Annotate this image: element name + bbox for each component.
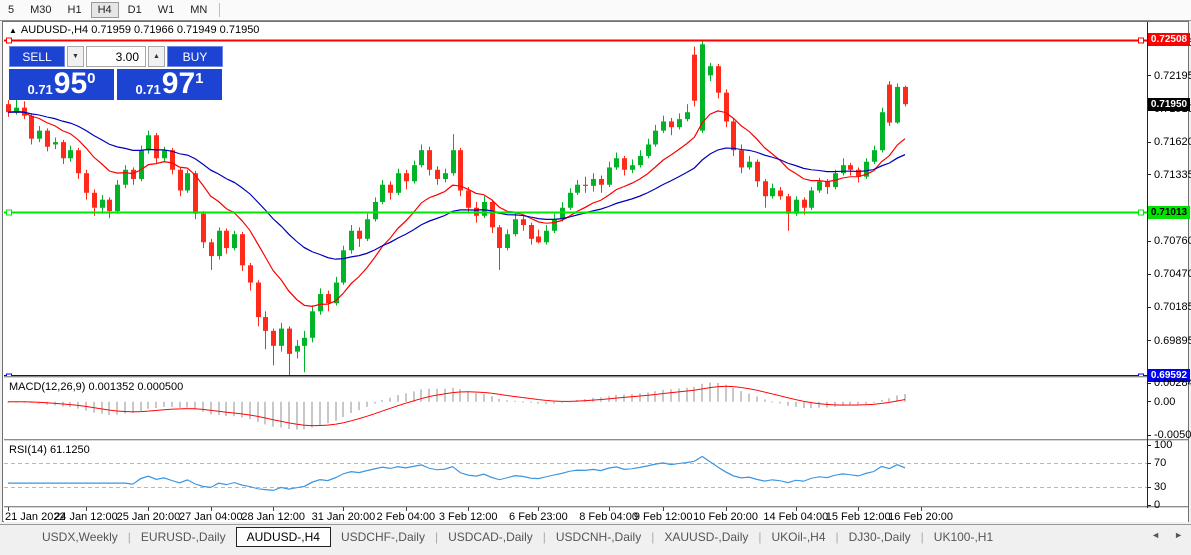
price-axis-tick [1147, 75, 1151, 76]
date-axis-label[interactable]: 9 Feb 12:00 [634, 511, 693, 523]
timeframe-button-h1[interactable]: H1 [61, 2, 89, 18]
macd-axis-label[interactable]: 0.002841 [1154, 377, 1191, 389]
volume-decrease-button[interactable]: ▼ [67, 46, 84, 67]
price-axis-tick-label[interactable]: 0.69895 [1154, 335, 1191, 347]
timeframe-button-h4[interactable]: H4 [91, 2, 119, 18]
chart-tab-bar: USDX,Weekly|EURUSD-,DailyAUDUSD-,H4USDCH… [0, 524, 1191, 548]
price-axis-tick-label[interactable]: 0.70760 [1154, 235, 1191, 247]
timeframe-button-mn[interactable]: MN [183, 2, 214, 18]
rsi-axis-tick [1147, 505, 1151, 506]
macd-axis-tick [1147, 383, 1151, 384]
price-axis-tick [1147, 307, 1151, 308]
rsi-axis-tick [1147, 445, 1151, 446]
date-axis-label[interactable]: 31 Jan 20:00 [312, 511, 376, 523]
buy-button[interactable]: BUY [167, 46, 223, 67]
price-axis-tick [1147, 241, 1151, 242]
price-axis-tick-label[interactable]: 0.71335 [1154, 169, 1191, 181]
macd-label: MACD(12,26,9) 0.001352 0.000500 [9, 381, 183, 393]
timeframe-button-d1[interactable]: D1 [121, 2, 149, 18]
price-axis-tick [1147, 174, 1151, 175]
chart-tab-xauusd-[interactable]: XAUUSD-,Daily [654, 527, 758, 547]
chart-tab-audusd-[interactable]: AUDUSD-,H4 [236, 527, 331, 547]
volume-increase-button[interactable]: ▲ [148, 46, 165, 67]
price-axis-tick [1147, 274, 1151, 275]
rsi-axis-label[interactable]: 0 [1154, 499, 1160, 511]
chart-tab-usdcnh-[interactable]: USDCNH-,Daily [546, 527, 651, 547]
rsi-label: RSI(14) 61.1250 [9, 444, 90, 456]
date-axis-label[interactable]: 15 Feb 12:00 [826, 511, 891, 523]
rsi-axis-tick [1147, 487, 1151, 488]
price-axis-tick-label[interactable]: 0.70470 [1154, 268, 1191, 280]
macd-axis-tick [1147, 435, 1151, 436]
one-click-trade-panel: SELL ▼ ▲ BUY 0.71 95 0 0.71 97 1 [9, 46, 225, 100]
date-axis-label[interactable]: 28 Jan 12:00 [241, 511, 305, 523]
date-axis-label[interactable]: 16 Feb 20:00 [888, 511, 953, 523]
chart-tab-uk100-[interactable]: UK100-,H1 [924, 527, 1003, 547]
hline-price-badge[interactable]: 0.71013 [1148, 206, 1190, 219]
rsi-panel-separator[interactable] [4, 439, 1188, 441]
rsi-axis-label[interactable]: 100 [1154, 439, 1172, 451]
timeframe-button-w1[interactable]: W1 [151, 2, 182, 18]
date-axis-label[interactable]: 6 Feb 23:00 [509, 511, 568, 523]
price-axis-tick [1147, 340, 1151, 341]
rsi-axis-label[interactable]: 70 [1154, 457, 1166, 469]
macd-axis-tick [1147, 401, 1151, 402]
mt-terminal: 5M30H1H4D1W1MN ▲AUDUSD-,H4 0.71959 0.719… [0, 0, 1191, 555]
date-axis-label[interactable]: 24 Jan 12:00 [54, 511, 118, 523]
buy-price-big: 97 [162, 69, 195, 100]
timeframe-button-5[interactable]: 5 [1, 2, 21, 18]
sell-button[interactable]: SELL [9, 46, 65, 67]
rsi-axis-label[interactable]: 30 [1154, 481, 1166, 493]
macd-axis-label[interactable]: 0.00 [1154, 396, 1175, 408]
chart-tab-usdx[interactable]: USDX,Weekly [32, 527, 128, 547]
timeframe-button-m30[interactable]: M30 [23, 2, 58, 18]
rsi-indicator-canvas[interactable] [4, 442, 1147, 506]
chart-window: ▲AUDUSD-,H4 0.71959 0.71966 0.71949 0.71… [2, 21, 1189, 522]
tab-scroll-nav: ◄ ► [1151, 530, 1183, 540]
price-axis-tick-label[interactable]: 0.72195 [1154, 70, 1191, 82]
date-axis-label[interactable]: 14 Feb 04:00 [763, 511, 828, 523]
buy-price-box[interactable]: 0.71 97 1 [117, 69, 222, 100]
chart-tab-eurusd-[interactable]: EURUSD-,Daily [131, 527, 236, 547]
buy-price-sup: 1 [195, 70, 203, 87]
date-axis-label[interactable]: 25 Jan 20:00 [117, 511, 181, 523]
hline-price-badge[interactable]: 0.72508 [1148, 33, 1190, 46]
date-axis-label[interactable]: 27 Jan 04:00 [179, 511, 243, 523]
chart-tab-ukoil-[interactable]: UKOil-,H4 [762, 527, 836, 547]
timeframe-toolbar: 5M30H1H4D1W1MN [0, 0, 1191, 21]
sell-price-box[interactable]: 0.71 95 0 [9, 69, 114, 100]
buy-price-small: 0.71 [135, 82, 160, 97]
date-axis-label[interactable]: 3 Feb 12:00 [439, 511, 498, 523]
current-price-badge: 0.71950 [1148, 98, 1190, 111]
toolbar-separator [219, 3, 220, 17]
rsi-axis-tick [1147, 463, 1151, 464]
sell-price-sup: 0 [87, 70, 95, 87]
price-axis-tick-label[interactable]: 0.70185 [1154, 301, 1191, 313]
tab-scroll-left-icon[interactable]: ◄ [1151, 530, 1160, 540]
chart-tab-dj30-[interactable]: DJ30-,Daily [839, 527, 921, 547]
tab-scroll-right-icon[interactable]: ► [1174, 530, 1183, 540]
sell-price-small: 0.71 [27, 82, 52, 97]
chart-tab-usdcad-[interactable]: USDCAD-,Daily [438, 527, 543, 547]
macd-panel-separator[interactable] [4, 376, 1188, 378]
price-axis-tick-label[interactable]: 0.71620 [1154, 136, 1191, 148]
date-axis-label[interactable]: 8 Feb 04:00 [579, 511, 638, 523]
price-axis-tick [1147, 142, 1151, 143]
date-axis-label[interactable]: 10 Feb 20:00 [693, 511, 758, 523]
sell-price-big: 95 [54, 69, 87, 100]
date-axis-label[interactable]: 2 Feb 04:00 [376, 511, 435, 523]
chart-tab-usdchf-[interactable]: USDCHF-,Daily [331, 527, 435, 547]
volume-input[interactable] [86, 46, 146, 67]
